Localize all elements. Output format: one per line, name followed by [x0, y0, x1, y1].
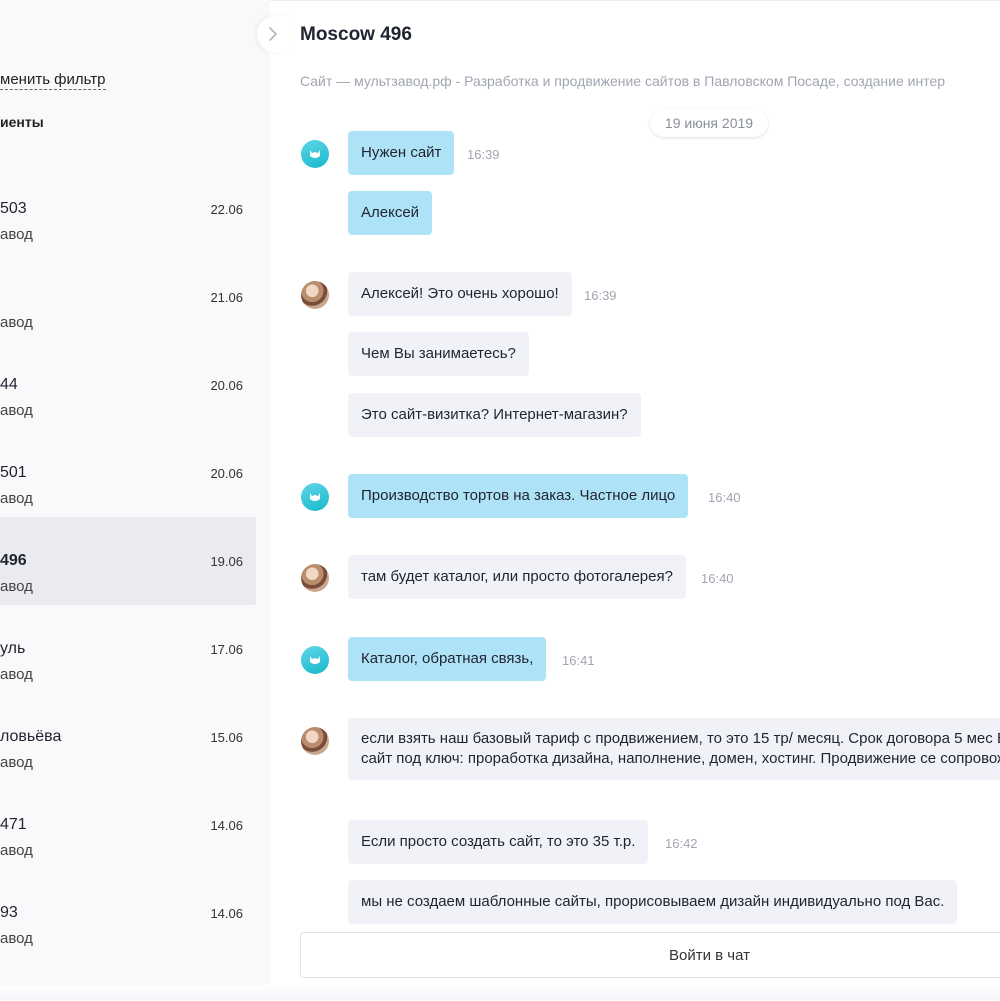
chat-name: 93 — [0, 904, 18, 921]
message-time: 16:40 — [708, 490, 741, 505]
user-avatar — [301, 281, 329, 309]
chat-subtitle: авод — [0, 842, 33, 859]
message-time: 16:42 — [665, 836, 698, 851]
chat-list-item-active[interactable]: 496 авод 19.06 — [0, 517, 256, 605]
chat-list-item[interactable]: уль авод 17.06 — [0, 605, 256, 693]
message-bubble: Алексей — [348, 191, 433, 235]
chat-subtitle: авод — [0, 666, 33, 683]
chat-date: 20.06 — [210, 466, 243, 481]
message-bubble: Алексей! Это очень хорошо! — [348, 272, 572, 316]
chat-date: 19.06 — [210, 554, 243, 569]
chat-date: 15.06 — [210, 730, 243, 745]
message-bubble: Нужен сайт — [348, 131, 455, 175]
chat-name: 44 — [0, 376, 18, 393]
chat-date: 14.06 — [210, 906, 243, 921]
section-title: иенты — [0, 114, 44, 130]
chat-panel: Moscow 496 Сайт — мультзавод.рф - Разраб… — [270, 0, 1000, 1001]
chat-list-item[interactable]: 44 авод 20.06 — [0, 341, 256, 429]
chat-subtitle: авод — [0, 314, 33, 331]
bot-avatar-icon — [301, 646, 329, 674]
chat-subtitle: авод — [0, 578, 33, 595]
chat-subtitle: авод — [0, 754, 33, 771]
message-bubble: Если просто создать сайт, то это 35 т.р. — [348, 820, 649, 864]
chat-list-item[interactable]: 501 авод 20.06 — [0, 429, 256, 517]
chat-name: 503 — [0, 200, 27, 217]
chat-date: 22.06 — [210, 202, 243, 217]
chat-sidebar: менить фильтр иенты 503 авод 22.06 авод … — [0, 0, 270, 1000]
message-time: 16:41 — [562, 653, 595, 668]
chat-date: 17.06 — [210, 642, 243, 657]
message-time: 16:39 — [467, 147, 500, 162]
chat-subtitle: авод — [0, 226, 33, 243]
bottom-edge — [0, 985, 1000, 1000]
message-bubble: Чем Вы занимаетесь? — [348, 332, 529, 376]
chat-list-item[interactable]: ловьёва авод 15.06 — [0, 693, 256, 781]
collapse-sidebar-button[interactable] — [257, 16, 289, 52]
chat-list-item[interactable]: авод 21.06 — [0, 253, 256, 341]
chat-name: 471 — [0, 816, 27, 833]
chat-subtitle: авод — [0, 490, 33, 507]
chevron-right-icon — [269, 27, 277, 41]
chat-list: 503 авод 22.06 авод 21.06 44 авод 20.06 … — [0, 165, 256, 957]
chat-date: 20.06 — [210, 378, 243, 393]
user-avatar — [301, 727, 329, 755]
message-time: 16:39 — [584, 288, 617, 303]
bot-avatar-icon — [301, 140, 329, 168]
chat-date: 21.06 — [210, 290, 243, 305]
change-filter-link[interactable]: менить фильтр — [0, 71, 106, 90]
message-bubble: Каталог, обратная связь, — [348, 637, 547, 681]
chat-date: 14.06 — [210, 818, 243, 833]
chat-list-item[interactable]: 503 авод 22.06 — [0, 165, 256, 253]
chat-name: ловьёва — [0, 728, 62, 745]
message-bubble: если взять наш базовый тариф с продвижен… — [348, 718, 1000, 780]
chat-subtitle: авод — [0, 930, 33, 947]
join-chat-button[interactable]: Войти в чат — [300, 932, 1000, 978]
chat-name: 496 — [0, 552, 27, 569]
chat-subtitle: авод — [0, 402, 33, 419]
message-bubble: Производство тортов на заказ. Частное ли… — [348, 474, 689, 518]
chat-name: уль — [0, 640, 26, 657]
message-time: 16:40 — [701, 571, 734, 586]
chat-list-item[interactable]: 93 авод 14.06 — [0, 869, 256, 957]
bot-avatar-icon — [301, 483, 329, 511]
message-bubble: там будет каталог, или просто фотогалере… — [348, 555, 686, 599]
chat-list-item[interactable]: 471 авод 14.06 — [0, 781, 256, 869]
join-chat-label: Войти в чат — [669, 947, 750, 964]
user-avatar — [301, 564, 329, 592]
message-bubble: Это сайт-визитка? Интернет-магазин? — [348, 393, 641, 437]
message-list: Нужен сайт 16:39 Алексей Алексей! Это оч… — [270, 1, 1000, 931]
message-bubble: мы не создаем шаблонные сайты, прорисовы… — [348, 880, 958, 924]
chat-name: 501 — [0, 464, 27, 481]
